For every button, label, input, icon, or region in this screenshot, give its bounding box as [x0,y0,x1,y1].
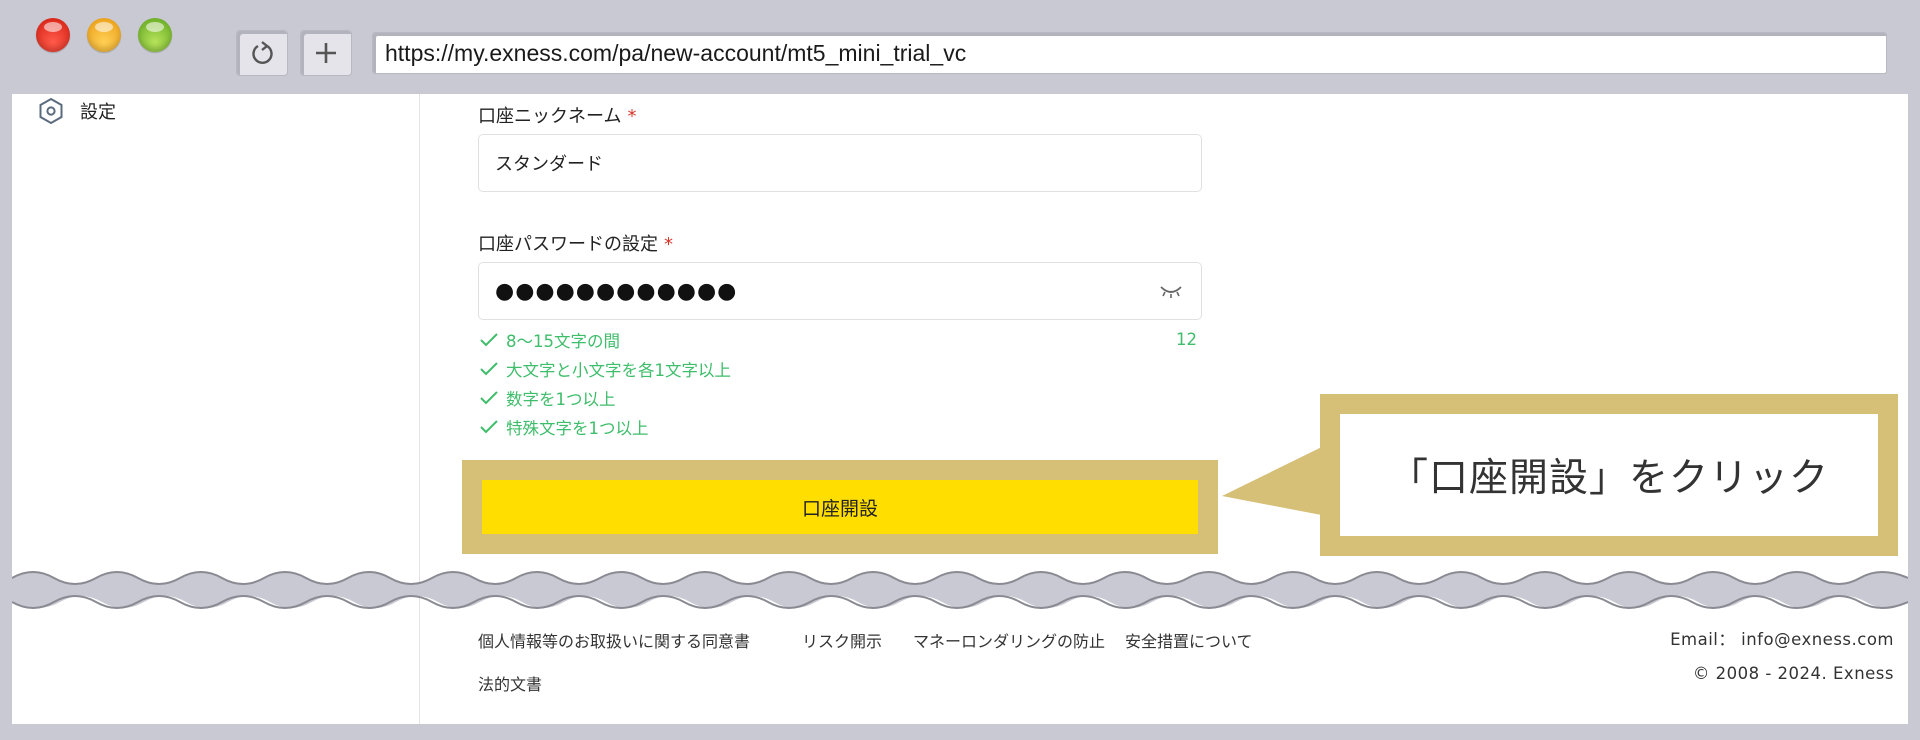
callout-text: 「口座開設」をクリック [1340,414,1878,536]
plus-icon [316,43,336,63]
maximize-window-button[interactable] [138,18,172,52]
rule-text: 特殊文字を1つ以上 [506,419,649,438]
password-rule-special: 特殊文字を1つ以上 [480,415,649,439]
sidebar-item-label: 設定 [80,102,116,123]
page-cut-wave [12,571,1908,609]
required-mark: * [627,106,637,127]
password-rule-length: 8～15文字の間 [480,328,620,352]
password-masked-value: ●●●●●●●●●●●● [495,278,738,304]
new-tab-button[interactable] [300,30,352,76]
reload-icon [252,41,273,64]
footer-link-legal[interactable]: 法的文書 [478,671,542,695]
check-icon [480,420,498,434]
footer-link-security[interactable]: 安全措置について [1125,628,1253,652]
eye-closed-icon[interactable] [1159,283,1183,299]
minimize-window-button[interactable] [87,18,121,52]
nickname-label: 口座ニックネーム * [478,102,636,128]
browser-window: https://my.exness.com/pa/new-account/mt5… [0,0,1920,740]
password-length-counter: 12 [1176,330,1197,349]
required-mark: * [664,234,673,255]
check-icon [480,362,498,376]
sidebar-item-settings[interactable]: 設定 [38,94,116,128]
check-icon [480,333,498,347]
nickname-input[interactable]: スタンダード [478,134,1202,192]
callout-pointer [1222,442,1332,517]
rule-text: 大文字と小文字を各1文字以上 [506,361,731,380]
check-icon [480,391,498,405]
footer-copyright: © 2008 - 2024. Exness [1692,664,1894,683]
password-label: 口座パスワードの設定 * [478,230,673,256]
password-label-text: 口座パスワードの設定 [478,234,658,255]
rule-text: 数字を1つ以上 [506,390,616,409]
open-account-button[interactable]: 口座開設 [482,480,1198,534]
reload-button[interactable] [236,30,288,76]
close-window-button[interactable] [36,18,70,52]
settings-hexagon-icon [39,97,63,125]
footer-email[interactable]: Email： info@exness.com [1670,626,1894,650]
nickname-value: スタンダード [495,154,603,175]
address-bar[interactable]: https://my.exness.com/pa/new-account/mt5… [372,32,1887,74]
password-input[interactable]: ●●●●●●●●●●●● [478,262,1202,320]
password-rule-case: 大文字と小文字を各1文字以上 [480,357,731,381]
password-rule-digit: 数字を1つ以上 [480,386,616,410]
rule-text: 8～15文字の間 [506,332,620,351]
page-content: 設定 口座ニックネーム * スタンダード 口座パスワードの設定 * ●●●●●●●●… [12,94,1908,724]
footer-link-aml[interactable]: マネーロンダリングの防止 [913,628,1105,652]
sidebar-divider [419,94,420,724]
nickname-label-text: 口座ニックネーム [478,106,622,127]
footer-link-privacy[interactable]: 個人情報等のお取扱いに関する同意書 [478,628,750,652]
footer-link-risk[interactable]: リスク開示 [802,628,882,652]
